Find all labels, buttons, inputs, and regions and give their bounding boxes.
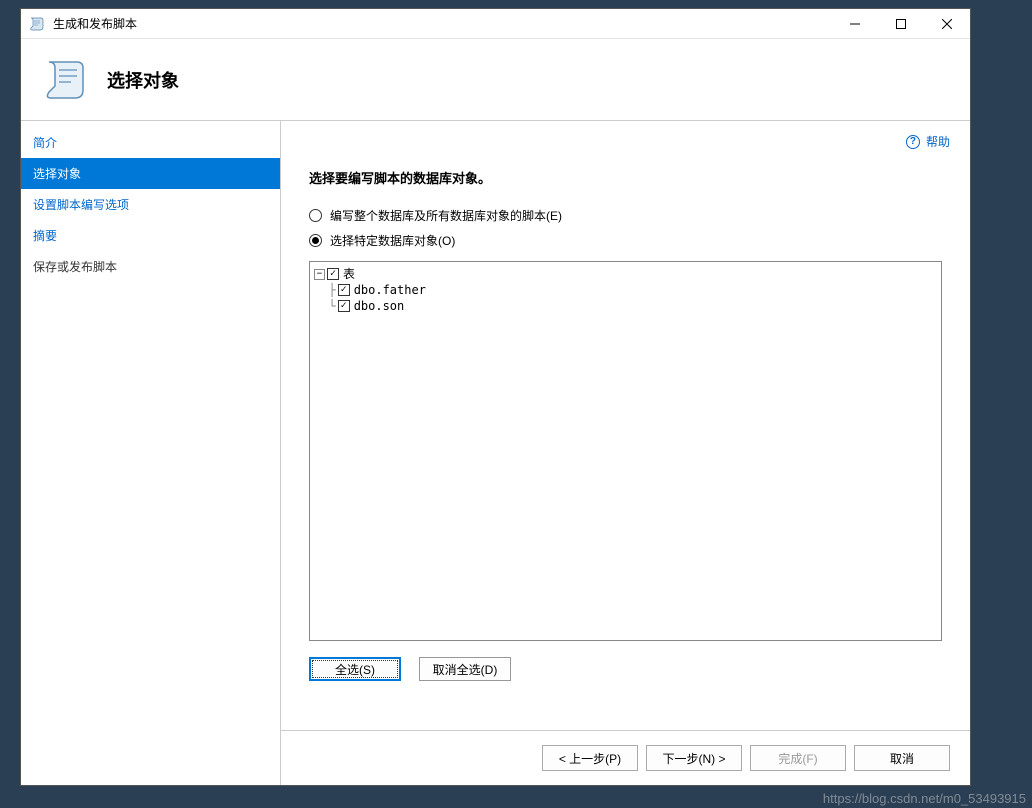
section-title: 选择要编写脚本的数据库对象。 xyxy=(281,150,970,203)
radio-specific-label: 选择特定数据库对象(O) xyxy=(330,232,455,249)
sidebar-item-save-publish: 保存或发布脚本 xyxy=(21,251,280,282)
finish-button: 完成(F) xyxy=(750,745,846,771)
deselect-all-button[interactable]: 取消全选(D) xyxy=(419,657,511,681)
radio-icon xyxy=(309,209,322,222)
radio-icon xyxy=(309,234,322,247)
checkbox[interactable] xyxy=(338,284,350,296)
tree-item-label: dbo.father xyxy=(354,282,426,298)
collapse-icon[interactable]: − xyxy=(314,269,325,280)
close-button[interactable] xyxy=(924,9,970,39)
tree-item-label: dbo.son xyxy=(354,298,405,314)
tree-item[interactable]: └ dbo.son xyxy=(314,298,937,314)
minimize-button[interactable] xyxy=(832,9,878,39)
sidebar-item-intro[interactable]: 简介 xyxy=(21,127,280,158)
prev-button[interactable]: < 上一步(P) xyxy=(542,745,638,771)
tree-root-label: 表 xyxy=(343,266,355,282)
tree-item[interactable]: ├ dbo.father xyxy=(314,282,937,298)
sidebar-item-select-objects[interactable]: 选择对象 xyxy=(21,158,280,189)
object-tree[interactable]: − 表 ├ dbo.father └ dbo.son xyxy=(309,261,942,641)
sidebar-item-summary[interactable]: 摘要 xyxy=(21,220,280,251)
page-title: 选择对象 xyxy=(107,67,179,93)
header-panel: 选择对象 xyxy=(21,39,970,121)
main-content: ? 帮助 选择要编写脚本的数据库对象。 编写整个数据库及所有数据库对象的脚本(E… xyxy=(281,121,970,785)
help-row: ? 帮助 xyxy=(281,121,970,150)
selection-buttons: 全选(S) 取消全选(D) xyxy=(281,651,970,697)
radio-script-specific[interactable]: 选择特定数据库对象(O) xyxy=(281,228,970,253)
wizard-footer: < 上一步(P) 下一步(N) > 完成(F) 取消 xyxy=(281,730,970,785)
body: 简介 选择对象 设置脚本编写选项 摘要 保存或发布脚本 ? 帮助 选择要编写脚本… xyxy=(21,121,970,785)
titlebar: 生成和发布脚本 xyxy=(21,9,970,39)
script-icon xyxy=(41,56,89,104)
maximize-button[interactable] xyxy=(878,9,924,39)
app-icon xyxy=(29,16,45,32)
help-link[interactable]: 帮助 xyxy=(926,133,950,150)
window-title: 生成和发布脚本 xyxy=(53,15,832,32)
checkbox[interactable] xyxy=(338,300,350,312)
select-all-button[interactable]: 全选(S) xyxy=(309,657,401,681)
next-button[interactable]: 下一步(N) > xyxy=(646,745,742,771)
checkbox[interactable] xyxy=(327,268,339,280)
tree-line-icon: ├ xyxy=(314,282,336,298)
radio-all-label: 编写整个数据库及所有数据库对象的脚本(E) xyxy=(330,207,562,224)
watermark: https://blog.csdn.net/m0_53493915 xyxy=(823,791,1026,806)
radio-script-all[interactable]: 编写整个数据库及所有数据库对象的脚本(E) xyxy=(281,203,970,228)
tree-root[interactable]: − 表 xyxy=(314,266,937,282)
sidebar: 简介 选择对象 设置脚本编写选项 摘要 保存或发布脚本 xyxy=(21,121,281,785)
sidebar-item-script-options[interactable]: 设置脚本编写选项 xyxy=(21,189,280,220)
wizard-window: 生成和发布脚本 选择对象 简介 选择对象 设置脚本编写选项 摘要 保存或发布脚本… xyxy=(20,8,971,786)
cancel-button[interactable]: 取消 xyxy=(854,745,950,771)
tree-line-icon: └ xyxy=(314,298,336,314)
help-icon: ? xyxy=(906,135,920,149)
